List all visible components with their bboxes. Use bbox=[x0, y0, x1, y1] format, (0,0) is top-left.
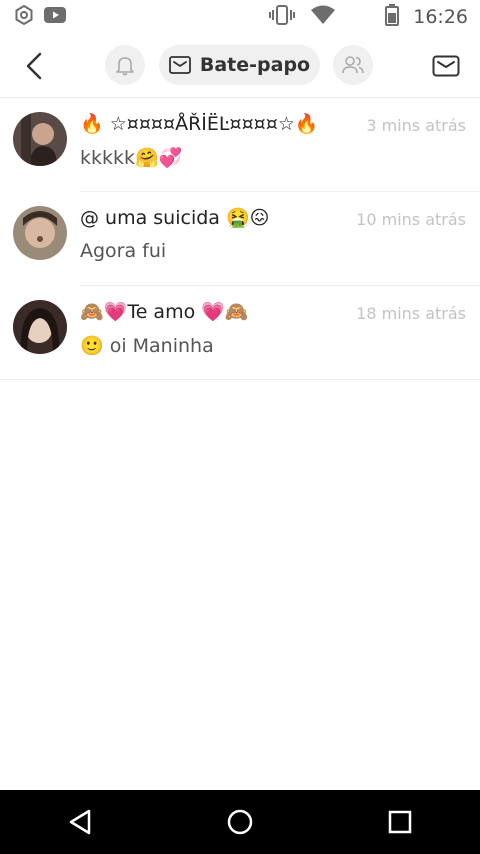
bell-icon bbox=[116, 57, 134, 76]
battery-icon bbox=[385, 4, 400, 30]
chat-timestamp: 18 mins atrás bbox=[356, 304, 466, 323]
settings-gear-icon bbox=[14, 4, 34, 29]
friends-button[interactable] bbox=[333, 45, 373, 85]
vibrate-icon bbox=[269, 5, 296, 29]
divider bbox=[0, 379, 480, 380]
youtube-icon bbox=[44, 7, 66, 27]
system-back-button[interactable] bbox=[50, 792, 110, 852]
chat-timestamp: 10 mins atrás bbox=[356, 210, 466, 229]
chat-name: 🔥 ☆¤¤¤¤ÅŘİËĿ¤¤¤¤☆🔥 bbox=[80, 113, 319, 135]
avatar[interactable] bbox=[13, 112, 67, 166]
wifi-icon bbox=[311, 5, 336, 29]
status-time: 16:26 bbox=[413, 6, 468, 28]
status-right: 16:26 bbox=[269, 4, 468, 30]
system-navigation-bar bbox=[0, 790, 480, 854]
chat-timestamp: 3 mins atrás bbox=[366, 116, 466, 135]
chat-list-item[interactable]: 🙈💗Te amo 💗🙈 18 mins atrás 🙂 oi Maninha bbox=[0, 286, 480, 380]
chat-last-message: 🙂 oi Maninha bbox=[80, 335, 214, 357]
status-bar: 16:26 bbox=[0, 0, 480, 34]
chat-list-item[interactable]: @ uma suicida 🤮😖 10 mins atrás Agora fui bbox=[0, 192, 480, 286]
notifications-button[interactable] bbox=[105, 45, 145, 85]
top-nav: Bate-papo bbox=[0, 34, 480, 98]
chat-name: 🙈💗Te amo 💗🙈 bbox=[80, 301, 249, 323]
back-button[interactable] bbox=[18, 50, 50, 82]
compose-message-button[interactable] bbox=[428, 50, 464, 82]
status-left bbox=[14, 4, 66, 29]
chat-list-item[interactable]: 🔥 ☆¤¤¤¤ÅŘİËĿ¤¤¤¤☆🔥 3 mins atrás kkkkk🤗💞 bbox=[0, 98, 480, 192]
tab-bate-papo-label: Bate-papo bbox=[199, 54, 311, 76]
chat-last-message: Agora fui bbox=[80, 240, 167, 262]
avatar[interactable] bbox=[13, 206, 67, 260]
tab-bate-papo[interactable]: Bate-papo bbox=[159, 45, 320, 85]
square-recents-icon bbox=[388, 810, 412, 834]
chat-list: 🔥 ☆¤¤¤¤ÅŘİËĿ¤¤¤¤☆🔥 3 mins atrás kkkkk🤗💞 … bbox=[0, 98, 480, 380]
system-recents-button[interactable] bbox=[370, 792, 430, 852]
system-home-button[interactable] bbox=[210, 792, 270, 852]
chevron-left-icon bbox=[26, 52, 42, 80]
triangle-back-icon bbox=[69, 809, 91, 835]
chat-last-message: kkkkk🤗💞 bbox=[80, 147, 183, 169]
avatar[interactable] bbox=[13, 300, 67, 354]
chat-name: @ uma suicida 🤮😖 bbox=[80, 207, 270, 229]
envelope-icon bbox=[168, 56, 191, 74]
envelope-icon bbox=[432, 55, 460, 77]
people-icon bbox=[342, 56, 364, 74]
circle-home-icon bbox=[227, 809, 253, 835]
